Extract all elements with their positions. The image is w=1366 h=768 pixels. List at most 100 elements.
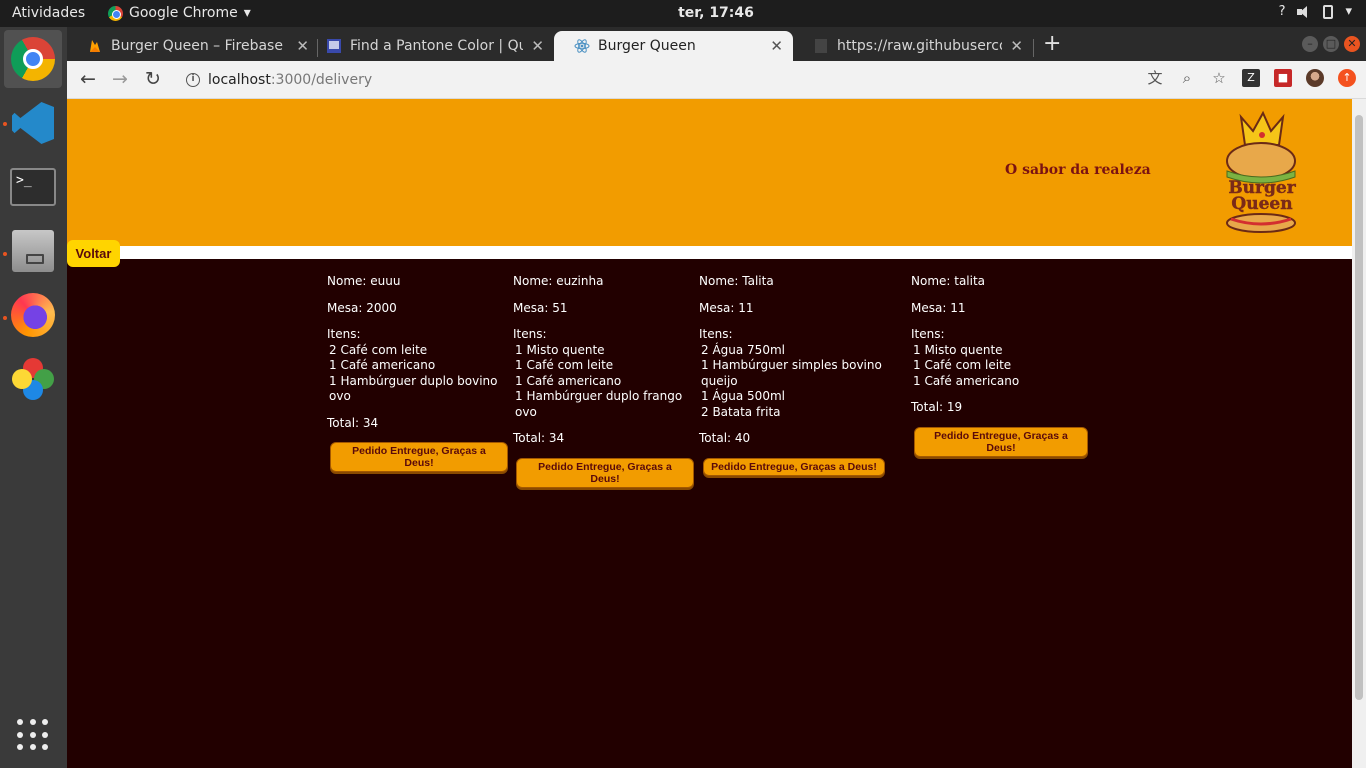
tab-separator	[1033, 39, 1034, 57]
order-table: Mesa: 2000	[327, 300, 397, 315]
tab-title: Find a Pantone Color | Qu	[350, 38, 524, 54]
window-controls: – □ ✕	[1302, 36, 1360, 52]
speaker-icon[interactable]	[1297, 5, 1311, 18]
order-item: 1 Hambúrguer duplo bovino ovo	[329, 373, 498, 404]
site-header: O sabor da realeza Burger Queen	[67, 99, 1352, 246]
update-icon[interactable]: ↑	[1338, 69, 1356, 87]
tab-strip: Burger Queen – Firebase c ✕ Find a Panto…	[67, 27, 1366, 61]
page-icon	[815, 39, 827, 53]
order-item: 1 Hambúrguer duplo frango ovo	[515, 389, 683, 419]
url-path: :3000/delivery	[270, 71, 373, 88]
order-card: Nome: euzinha Mesa: 51 Itens: 1 Misto qu…	[513, 274, 694, 488]
order-table: Mesa: 51	[513, 300, 568, 315]
order-items-label: Itens:	[513, 327, 547, 341]
help-icon[interactable]: ?	[1279, 4, 1286, 19]
address-bar[interactable]: i localhost :3000/delivery	[174, 65, 1104, 94]
order-total: Total: 19	[911, 400, 963, 414]
extension-icon[interactable]: Z	[1242, 69, 1260, 87]
react-icon	[574, 39, 590, 53]
system-top-bar: Atividades Google Chrome ▾ ter, 17:46 ? …	[0, 0, 1366, 27]
dock-firefox[interactable]	[9, 291, 57, 339]
order-table: Mesa: 11	[699, 300, 754, 315]
order-item: 2 Café com leite	[329, 342, 428, 357]
mark-delivered-button[interactable]: Pedido Entregue, Graças a Deus!	[703, 457, 885, 476]
order-item: 2 Batata frita	[701, 404, 781, 419]
order-items: 2 Café com leite 1 Café americano 1 Hamb…	[327, 343, 499, 405]
order-item: 1 Café com leite	[913, 358, 1012, 372]
firebase-icon	[90, 40, 100, 52]
order-item: 1 Café com leite	[515, 358, 614, 372]
order-card: Nome: euuu Mesa: 2000 Itens: 2 Café com …	[327, 274, 508, 472]
order-name: Nome: Talita	[699, 274, 774, 288]
window-close-icon[interactable]: ✕	[1344, 36, 1360, 52]
tab-title: Burger Queen	[598, 38, 696, 54]
order-items-label: Itens:	[911, 327, 945, 341]
tab-title: https://raw.githubusercont	[837, 38, 1002, 54]
pantone-icon	[327, 39, 341, 53]
order-total: Total: 34	[513, 431, 565, 445]
toolbar-icons: 文 ⌕ ☆ Z ■ ↑	[1146, 69, 1356, 87]
mark-delivered-button[interactable]: Pedido Entregue, Graças a Deus!	[914, 426, 1088, 457]
order-items: 1 Misto quente 1 Café com leite 1 Café a…	[911, 343, 1091, 390]
order-name: Nome: euuu	[327, 274, 401, 288]
battery-icon[interactable]	[1323, 4, 1334, 19]
order-item: 1 Misto quente	[515, 342, 605, 357]
profile-avatar-icon[interactable]	[1306, 69, 1324, 87]
new-tab-icon[interactable]: +	[1043, 32, 1061, 56]
back-button[interactable]: Voltar	[67, 240, 120, 267]
clock[interactable]: ter, 17:46	[0, 5, 1366, 21]
order-item: 1 Café americano	[329, 358, 436, 372]
back-arrow-icon[interactable]: ←	[80, 68, 96, 90]
dock-files[interactable]	[9, 227, 57, 275]
burger-queen-logo: Burger Queen	[1226, 110, 1297, 233]
extension-icon[interactable]: ■	[1274, 69, 1292, 87]
system-tray[interactable]: ? ▾	[1279, 4, 1352, 19]
chevron-down-icon[interactable]: ▾	[1345, 4, 1352, 19]
vscode-icon	[12, 102, 54, 144]
close-icon[interactable]: ✕	[1010, 37, 1023, 55]
close-icon[interactable]: ✕	[531, 37, 544, 55]
browser-toolbar: ← → ↻ i localhost :3000/delivery 文 ⌕ ☆ Z…	[67, 61, 1366, 99]
zoom-icon[interactable]: ⌕	[1178, 69, 1196, 87]
order-item: 1 Misto quente	[913, 342, 1003, 357]
order-total: Total: 34	[327, 415, 379, 430]
tab-github-raw[interactable]: https://raw.githubusercont ✕	[793, 31, 1033, 61]
logo-word-queen: Queen	[1231, 194, 1292, 214]
maximize-icon[interactable]: □	[1323, 36, 1339, 52]
bookmark-star-icon[interactable]: ☆	[1210, 69, 1228, 87]
order-item: 1 Café americano	[515, 373, 622, 388]
files-icon	[12, 230, 54, 272]
mark-delivered-button[interactable]: Pedido Entregue, Graças a Deus!	[516, 457, 694, 488]
order-name: Nome: euzinha	[513, 274, 604, 288]
order-card: Nome: talita Mesa: 11 Itens: 1 Misto que…	[911, 274, 1091, 457]
dock-terminal[interactable]: >_	[9, 163, 57, 211]
tab-pantone[interactable]: Find a Pantone Color | Qu ✕	[306, 31, 554, 61]
dock: >_	[0, 27, 67, 768]
info-icon[interactable]: i	[186, 72, 200, 87]
forward-arrow-icon[interactable]: →	[112, 68, 128, 90]
order-item: 1 Hambúrguer simples bovino queijo	[701, 358, 882, 388]
tab-firebase[interactable]: Burger Queen – Firebase c ✕	[67, 31, 319, 61]
close-icon[interactable]: ✕	[770, 37, 783, 55]
page-scrollbar[interactable]	[1352, 99, 1366, 768]
reload-icon[interactable]: ↻	[145, 68, 161, 90]
minimize-icon[interactable]: –	[1302, 36, 1318, 52]
dock-vscode[interactable]	[9, 99, 57, 147]
mark-delivered-button[interactable]: Pedido Entregue, Graças a Deus!	[330, 442, 508, 472]
order-items: 2 Água 750ml 1 Hambúrguer simples bovino…	[699, 343, 889, 421]
tab-burger-queen[interactable]: Burger Queen ✕	[554, 31, 793, 61]
scrollbar-thumb[interactable]	[1355, 115, 1363, 700]
running-indicator	[3, 122, 7, 126]
chrome-icon	[11, 37, 55, 81]
terminal-icon: >_	[10, 168, 56, 206]
order-item: 2 Água 750ml	[701, 342, 785, 357]
order-name: Nome: talita	[911, 274, 986, 288]
clover-icon	[12, 358, 54, 400]
dock-clover[interactable]	[9, 355, 57, 403]
running-indicator	[3, 252, 7, 256]
dock-chrome[interactable]	[4, 30, 62, 88]
dock-show-apps[interactable]	[9, 711, 57, 759]
translate-icon[interactable]: 文	[1146, 69, 1164, 87]
header-divider	[67, 246, 1352, 259]
order-table: Mesa: 11	[911, 300, 966, 315]
